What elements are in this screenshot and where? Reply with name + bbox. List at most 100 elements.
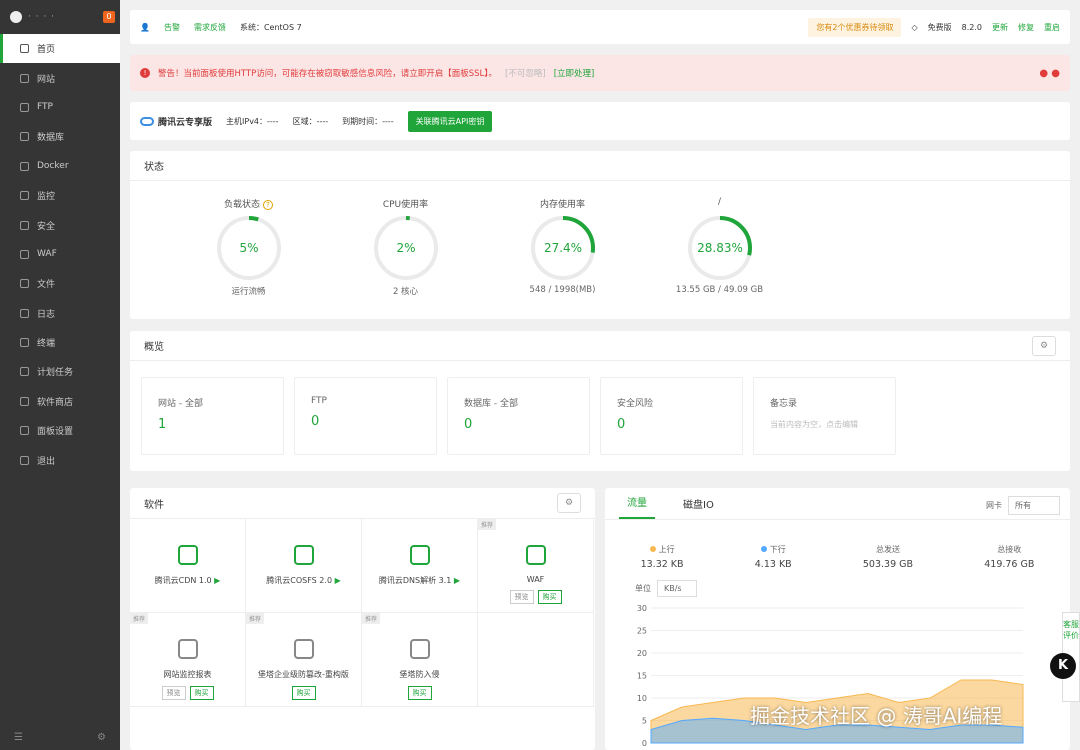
gear-icon[interactable]: ⚙ (557, 493, 581, 513)
settings-icon[interactable]: ⚙ (97, 732, 106, 743)
software-item-6[interactable]: 推荐 堡塔防入侵 购买 (362, 613, 478, 707)
notification-badge[interactable]: 0 (103, 11, 115, 23)
cloud-brand-label: 腾讯云专享版 (158, 117, 213, 128)
update-button[interactable]: 更新 (992, 22, 1008, 33)
sidebar-item-12[interactable]: 软件商店 (0, 387, 120, 416)
overview-card-name: 网站 - 全部 (158, 399, 203, 409)
software-item-5[interactable]: 推荐 堡塔企业级防篡改-重构版 购买 (246, 613, 362, 707)
sidebar-item-6[interactable]: 安全 (0, 210, 120, 239)
sent-value: 503.39 GB (862, 559, 914, 570)
gear-icon[interactable]: ⚙ (1032, 336, 1056, 356)
help-icon[interactable]: ? (263, 200, 273, 210)
buy-button[interactable]: 购买 (189, 686, 214, 700)
y-tick-label: 5 (642, 717, 647, 726)
overview-card-name: FTP (311, 396, 327, 406)
sidebar-item-14[interactable]: 退出 (0, 445, 120, 474)
sidebar-item-3[interactable]: 数据库 (0, 122, 120, 151)
recommend-tag: 推荐 (478, 519, 497, 530)
nic-select[interactable]: 所有 (1008, 496, 1060, 515)
software-name: 堡塔企业级防篡改-重构版 (246, 669, 361, 680)
gauges: 负载状态? 5% 运行流畅 CPU使用率 2% 2 核心 内存使用率 27.4% 548 / 1… (130, 181, 1070, 297)
alert-fix-link[interactable]: [立即处理] (554, 67, 595, 79)
overview-card-3[interactable]: 安全风险 0 (600, 377, 743, 455)
link-api-key-button[interactable]: 关联腾讯云API密钥 (407, 110, 493, 132)
sidebar-item-1[interactable]: 网站 (0, 63, 120, 92)
restart-button[interactable]: 重启 (1044, 22, 1060, 33)
sidebar-item-label: 文件 (37, 280, 56, 291)
plugin-icon (409, 545, 430, 565)
software-title: 软件 (144, 499, 164, 511)
overview-card-name: 数据库 - 全部 (464, 399, 518, 409)
preview-button[interactable]: 预览 (161, 686, 186, 700)
sidebar-item-13[interactable]: 面板设置 (0, 416, 120, 445)
overview-card-0[interactable]: 网站 - 全部 1 (141, 377, 284, 455)
sidebar-item-label: 计划任务 (37, 368, 74, 379)
gauge-sub: 运行流畅 (231, 287, 266, 297)
gauge-ring: 27.4% (530, 216, 595, 280)
cloud-bar: 腾讯云专享版 主机IPv4：---- 区域：---- 到期时间：---- 关联腾… (130, 102, 1070, 140)
software-item-3[interactable]: 推荐 WAF 预览 购买 (478, 519, 594, 613)
nav-icon (20, 132, 29, 142)
collapse-icon[interactable]: ☰ (14, 732, 23, 743)
gauge-label-text: 内存使用率 (539, 200, 585, 210)
buy-button[interactable]: 购买 (537, 590, 562, 604)
sidebar-item-label: 软件商店 (37, 397, 74, 408)
nav-icon (20, 396, 29, 406)
software-item-0[interactable]: 腾讯云CDN 1.0 ▶ (130, 519, 246, 613)
play-icon[interactable]: ▶ (212, 576, 220, 585)
overview-card-value: 0 (311, 414, 320, 429)
software-item-2[interactable]: 腾讯云DNS解析 3.1 ▶ (362, 519, 478, 613)
feedback-link[interactable]: 需求反馈 (194, 22, 226, 33)
gauge-sub: 548 / 1998(MB) (529, 285, 596, 295)
unit-label: 单位 (635, 584, 651, 593)
sidebar-item-11[interactable]: 计划任务 (0, 357, 120, 386)
overview-card-4[interactable]: 备忘录 当前内容为空，点击编辑 (753, 377, 896, 455)
unit-select[interactable]: KB/s (657, 580, 697, 597)
recommend-tag: 推荐 (130, 613, 149, 624)
overview-card-1[interactable]: FTP 0 (294, 377, 437, 455)
sent-label: 总发送 (875, 545, 900, 554)
status-panel: 状态 负载状态? 5% 运行流畅 CPU使用率 2% 2 核心 内存使用率 27.4% 548 … (130, 151, 1070, 319)
play-icon[interactable]: ▶ (451, 576, 460, 585)
gauge-0[interactable]: 负载状态? 5% 运行流畅 (170, 181, 327, 297)
recv-label: 总接收 (997, 545, 1022, 554)
sidebar-item-8[interactable]: 文件 (0, 269, 120, 298)
logo-row: · · · · 0 (0, 0, 120, 34)
sidebar-item-label: Docker (37, 161, 69, 172)
sidebar-item-10[interactable]: 终端 (0, 328, 120, 357)
buy-button[interactable]: 购买 (407, 686, 432, 700)
nav-icon (20, 220, 29, 230)
gauge-2[interactable]: 内存使用率 27.4% 548 / 1998(MB) (484, 181, 641, 297)
tab-1[interactable]: 磁盘IO (675, 496, 722, 519)
buy-button[interactable]: 购买 (291, 686, 316, 700)
overview-card-2[interactable]: 数据库 - 全部 0 (447, 377, 590, 455)
gauge-1[interactable]: CPU使用率 2% 2 核心 (327, 181, 484, 297)
sidebar-item-0[interactable]: 首页 (0, 34, 120, 64)
play-icon[interactable]: ▶ (332, 576, 341, 585)
nav-icon (20, 44, 29, 54)
gauge-3[interactable]: / 28.83% 13.55 GB / 49.09 GB (641, 181, 798, 297)
plugin-icon (293, 545, 314, 565)
nav-icon (20, 279, 29, 289)
preview-button[interactable]: 预览 (509, 590, 534, 604)
tab-0[interactable]: 流量 (619, 494, 655, 519)
coupon-button[interactable]: 您有2个优惠券待领取 (808, 17, 902, 37)
sidebar-bottom: ☰ ⚙ (0, 724, 120, 750)
message-link[interactable]: 告警 (164, 22, 180, 33)
cloud-ipv4: 主机IPv4：---- (226, 116, 279, 126)
sidebar-item-5[interactable]: 监控 (0, 181, 120, 210)
software-item-1[interactable]: 腾讯云COSFS 2.0 ▶ (246, 519, 362, 613)
alert-text: 警告！当前面板使用HTTP访问，可能存在被窃取敏感信息风险，请立即开启【面板SS… (158, 69, 498, 79)
repair-button[interactable]: 修复 (1018, 22, 1034, 33)
k-float-button[interactable]: K (1050, 653, 1076, 679)
plugin-icon (525, 545, 546, 565)
sidebar-item-7[interactable]: WAF (0, 240, 120, 269)
sidebar-item-2[interactable]: FTP (0, 93, 120, 122)
plugin-icon (177, 639, 198, 659)
sidebar-item-4[interactable]: Docker (0, 152, 120, 181)
overview-card-value: 0 (617, 417, 626, 432)
gauge-label: CPU使用率 (327, 197, 484, 211)
memo-text: 当前内容为空，点击编辑 (770, 420, 858, 429)
sidebar-item-9[interactable]: 日志 (0, 299, 120, 328)
software-item-4[interactable]: 推荐 网站监控报表 预览 购买 (130, 613, 246, 707)
